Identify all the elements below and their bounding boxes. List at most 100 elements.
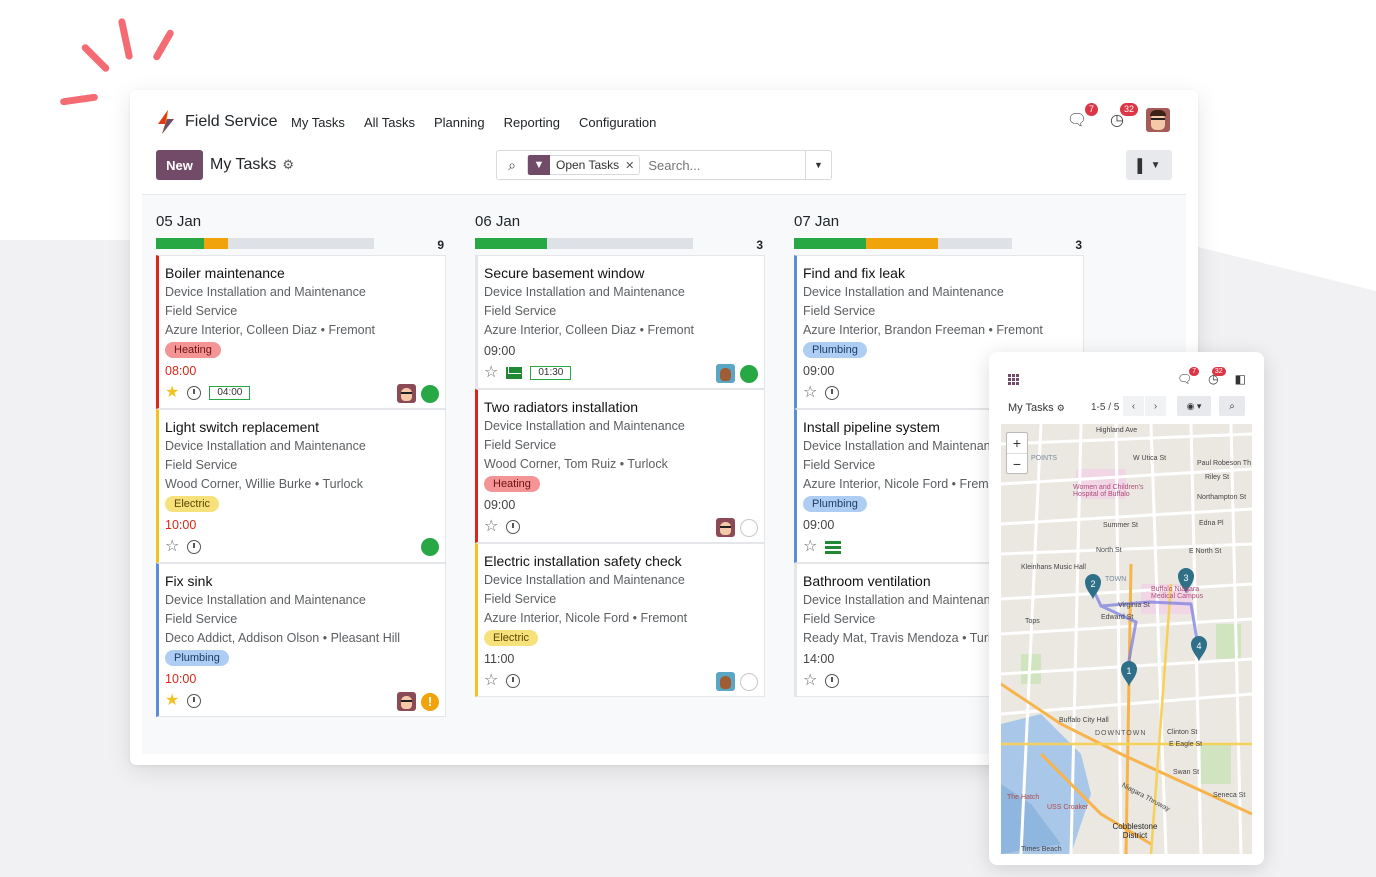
search-options-toggle[interactable]: ▼ <box>805 151 831 179</box>
clock-icon[interactable] <box>825 674 840 688</box>
task-tag: Plumbing <box>803 496 867 512</box>
task-card[interactable]: Electric installation safety check Device… <box>475 543 765 697</box>
star-icon[interactable]: ★ <box>165 693 179 709</box>
previous-icon[interactable]: ‹ <box>1123 396 1144 416</box>
card-footer: ★ 04:00 <box>159 380 445 408</box>
column-title[interactable]: 06 Jan <box>475 213 520 230</box>
star-icon[interactable]: ☆ <box>803 673 817 689</box>
card-footer: ☆ <box>159 534 445 562</box>
map-label: Tops <box>1025 618 1040 625</box>
progress-orange[interactable] <box>865 238 938 249</box>
menu-all-tasks[interactable]: All Tasks <box>364 115 415 130</box>
map-view-switcher[interactable]: ◉ ▾ <box>1177 396 1211 416</box>
breadcrumb: My Tasks ⚙ <box>210 156 294 174</box>
clock-icon[interactable] <box>506 674 521 688</box>
activity-list-icon[interactable] <box>825 540 842 554</box>
clock-icon[interactable] <box>187 540 202 554</box>
activities-button[interactable]: ◷ 32 <box>1106 103 1138 131</box>
clock-icon[interactable] <box>825 386 840 400</box>
progress-orange[interactable] <box>203 238 228 249</box>
mobile-activities-badge: 32 <box>1211 367 1226 376</box>
map-view[interactable]: 1 2 3 4 + − Highland Ave W Utica St Paul… <box>1001 424 1252 854</box>
menu-configuration[interactable]: Configuration <box>579 115 656 130</box>
clock-icon[interactable] <box>506 520 521 534</box>
mobile-search-button[interactable]: ⌕ <box>1219 396 1245 416</box>
task-tag: Plumbing <box>803 342 867 358</box>
status-dot[interactable] <box>421 538 439 556</box>
new-button[interactable]: New <box>156 150 203 180</box>
clock-icon[interactable] <box>187 694 202 708</box>
column-title[interactable]: 05 Jan <box>156 213 201 230</box>
star-icon[interactable]: ☆ <box>803 385 817 401</box>
status-dot[interactable] <box>740 364 758 383</box>
view-switcher-button[interactable]: ▌ ▼ <box>1126 150 1172 180</box>
progress-green[interactable] <box>794 238 866 249</box>
warning-icon[interactable]: ! <box>421 692 439 711</box>
gear-icon[interactable]: ⚙ <box>282 157 294 173</box>
zoom-in-button[interactable]: + <box>1007 433 1027 453</box>
field-service-logo-icon[interactable] <box>156 110 176 134</box>
task-title: Fix sink <box>165 573 213 589</box>
map-label: Buffalo Niagara Medical Campus <box>1151 586 1204 600</box>
chat-icon: 🗨 <box>1066 112 1088 129</box>
progress-green[interactable] <box>475 238 547 249</box>
star-icon[interactable]: ☆ <box>484 365 498 381</box>
column-progress-bar[interactable] <box>156 238 374 249</box>
progress-green[interactable] <box>156 238 204 249</box>
column-progress-bar[interactable] <box>794 238 1012 249</box>
assignee-avatar[interactable] <box>716 364 735 383</box>
gear-icon[interactable]: ⚙ <box>1057 403 1065 413</box>
card-footer: ★! <box>159 688 445 716</box>
status-dot[interactable] <box>740 518 758 537</box>
search-bar: ⌕ ▼ Open Tasks ✕ ▼ <box>496 150 832 180</box>
messages-button[interactable]: 🗨 7 <box>1066 103 1098 131</box>
clock-icon[interactable] <box>187 386 202 400</box>
column-progress-bar[interactable] <box>475 238 693 249</box>
column-title[interactable]: 07 Jan <box>794 213 839 230</box>
task-tag: Heating <box>165 342 221 358</box>
task-customer: Azure Interior, Nicole Ford • Fremont <box>484 611 688 625</box>
map-label: Buffalo City Hall <box>1059 717 1109 724</box>
assignee-avatar[interactable] <box>716 518 735 537</box>
column-header: 07 Jan 3 <box>792 195 1082 255</box>
chat-icon[interactable]: 🗨 7 <box>1177 367 1200 386</box>
map-pin-label: 4 <box>1196 641 1201 651</box>
star-icon[interactable]: ☆ <box>484 519 498 535</box>
task-tag: Electric <box>165 496 220 512</box>
task-card[interactable]: Fix sink Device Installation and Maintena… <box>156 563 446 717</box>
star-icon[interactable]: ★ <box>165 385 179 401</box>
task-card[interactable]: Boiler maintenance Device Installation an… <box>156 255 446 409</box>
assignee-avatar[interactable] <box>716 672 735 691</box>
zoom-out-button[interactable]: − <box>1007 453 1027 473</box>
menu-reporting[interactable]: Reporting <box>504 115 560 130</box>
star-icon[interactable]: ☆ <box>803 539 817 555</box>
task-card[interactable]: Secure basement window Device Installatio… <box>475 255 765 389</box>
assignee-avatar[interactable] <box>397 692 416 711</box>
search-icon: ⌕ <box>508 156 516 173</box>
planned-hours-badge: 01:30 <box>530 366 572 380</box>
user-avatar[interactable] <box>1146 108 1170 132</box>
pager-value[interactable]: 1-5 / 5 <box>1091 402 1119 413</box>
status-dot[interactable] <box>740 672 758 691</box>
clock-icon[interactable]: ◷ 32 <box>1208 367 1226 386</box>
column-count: 3 <box>1075 238 1082 252</box>
apps-menu-icon[interactable] <box>1008 374 1019 385</box>
task-project: Device Installation and Maintenance <box>165 593 366 607</box>
email-activity-icon[interactable] <box>506 367 523 379</box>
menu-planning[interactable]: Planning <box>434 115 485 130</box>
search-input[interactable] <box>648 157 799 173</box>
task-card[interactable]: Two radiators installation Device Install… <box>475 389 765 543</box>
next-icon[interactable]: › <box>1145 396 1166 416</box>
task-title: Electric installation safety check <box>484 553 682 569</box>
remove-facet-icon[interactable]: ✕ <box>625 159 639 172</box>
star-icon[interactable]: ☆ <box>484 673 498 689</box>
assignee-avatar[interactable] <box>397 384 416 403</box>
sidebar-toggle-icon[interactable]: ◧ <box>1235 372 1246 386</box>
status-dot[interactable] <box>421 384 439 403</box>
map-zoom-control: + − <box>1006 432 1028 474</box>
star-icon[interactable]: ☆ <box>165 539 179 555</box>
map-pin-label: 1 <box>1126 666 1131 676</box>
menu-my-tasks[interactable]: My Tasks <box>291 115 345 130</box>
app-name[interactable]: Field Service <box>185 113 277 131</box>
task-card[interactable]: Light switch replacement Device Installat… <box>156 409 446 563</box>
